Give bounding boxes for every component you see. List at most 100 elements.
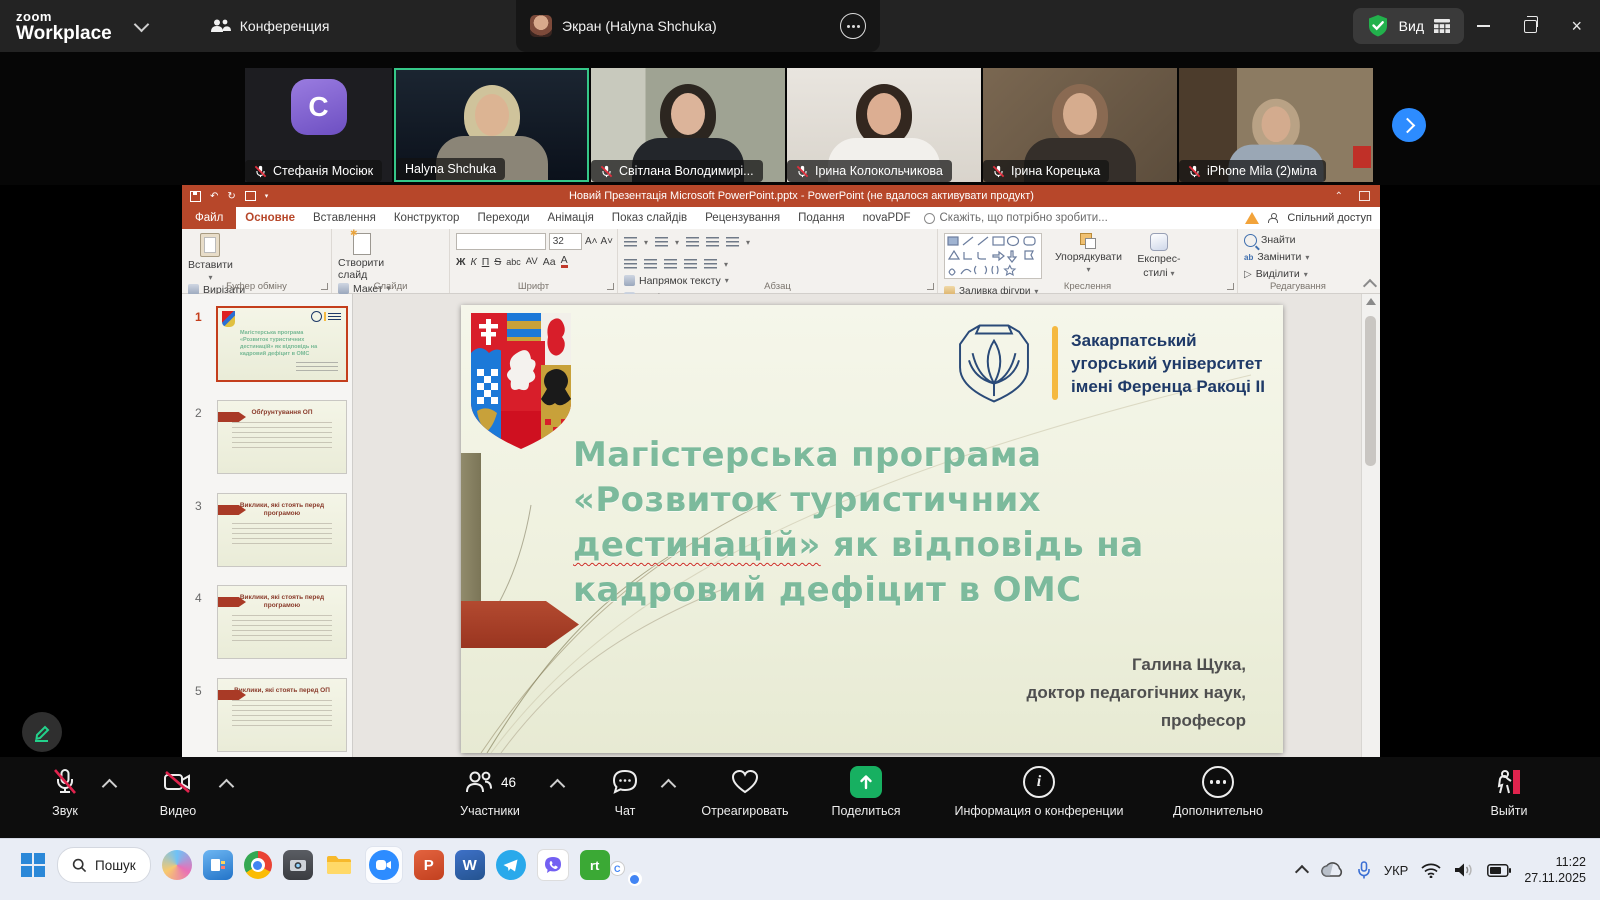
grow-font-button[interactable]: A˄ <box>585 236 598 247</box>
tell-me-box[interactable]: Скажіть, що потрібно зробити... <box>924 207 1108 229</box>
share-screen-button[interactable]: Поделиться <box>818 765 914 818</box>
participant-tile[interactable]: Halyna Shchuka <box>394 68 589 182</box>
leave-button[interactable]: Выйти <box>1468 765 1550 818</box>
bold-button[interactable]: Ж <box>456 256 466 268</box>
align-left-icon[interactable] <box>624 259 637 269</box>
shrink-font-button[interactable]: A˅ <box>600 236 613 247</box>
slide-thumbnail-5[interactable]: Виклики, які стоять перед ОП <box>218 679 346 751</box>
arrange-button[interactable]: Упорядкувати▾ <box>1052 233 1124 274</box>
slide-thumbnail-1[interactable]: Магістерська програма «Розвиток туристич… <box>218 308 346 380</box>
drawing-dialog-launcher[interactable] <box>1227 283 1234 290</box>
collapse-ribbon-icon[interactable] <box>1363 279 1377 293</box>
paragraph-dialog-launcher[interactable] <box>927 283 934 290</box>
rt-app-icon[interactable]: rt <box>580 850 610 880</box>
italic-button[interactable]: К <box>471 256 477 268</box>
tab-file[interactable]: Файл <box>182 207 236 229</box>
participant-tile[interactable]: Світлана Володимирі... <box>591 68 785 182</box>
participants-button[interactable]: 46 Участники <box>444 765 536 818</box>
change-case-button[interactable]: Aa <box>543 256 556 268</box>
new-slide-button[interactable]: Створити слайд <box>338 233 386 281</box>
warning-icon[interactable] <box>1245 212 1259 224</box>
copilot-icon[interactable] <box>162 850 192 880</box>
word-icon[interactable]: W <box>455 850 485 880</box>
save-icon[interactable] <box>190 191 201 202</box>
scrollbar-thumb[interactable] <box>1365 316 1376 466</box>
font-dialog-launcher[interactable] <box>607 283 614 290</box>
start-button[interactable] <box>20 852 46 878</box>
onedrive-icon[interactable] <box>1320 862 1344 878</box>
restore-button[interactable] <box>1524 20 1537 33</box>
font-color-button[interactable]: A <box>561 255 568 268</box>
minimize-button[interactable] <box>1477 25 1490 27</box>
tab-design[interactable]: Конструктор <box>385 207 469 229</box>
clock[interactable]: 11:22 27.11.2025 <box>1524 854 1586 886</box>
ppt-vertical-scrollbar[interactable] <box>1361 294 1380 757</box>
zoom-app-active[interactable] <box>365 846 403 884</box>
tab-insert[interactable]: Вставлення <box>304 207 385 229</box>
chat-options-chevron[interactable] <box>661 779 677 795</box>
file-explorer-icon[interactable] <box>324 850 354 880</box>
tab-conference[interactable]: Конференция <box>209 18 330 34</box>
chat-button[interactable]: Чат <box>596 765 654 818</box>
justify-icon[interactable] <box>684 259 697 269</box>
align-center-icon[interactable] <box>644 259 657 269</box>
increase-indent-icon[interactable] <box>706 237 719 247</box>
strikethrough-button[interactable]: S <box>494 256 501 268</box>
wifi-icon[interactable] <box>1421 863 1441 878</box>
annotate-button[interactable] <box>22 712 62 752</box>
quick-styles-button[interactable]: Експрес-стилі ▾ <box>1133 233 1185 279</box>
slide-thumbnail-2[interactable]: Обґрунтування ОП <box>218 401 346 473</box>
audio-button[interactable]: Звук <box>36 765 94 818</box>
view-control[interactable]: Вид <box>1353 8 1464 44</box>
participants-options-chevron[interactable] <box>550 779 566 795</box>
meeting-info-button[interactable]: i Информация о конференции <box>930 765 1148 818</box>
slideshow-icon[interactable] <box>245 191 256 201</box>
numbering-icon[interactable] <box>655 237 668 247</box>
powerpoint-icon[interactable]: P <box>414 850 444 880</box>
tab-transitions[interactable]: Переходи <box>468 207 538 229</box>
react-button[interactable]: Отреагировать <box>697 765 793 818</box>
font-size-combo[interactable]: 32 <box>549 233 582 250</box>
char-spacing-button[interactable]: AV <box>526 256 538 267</box>
replace-button[interactable]: abЗамінити▾ <box>1244 250 1309 264</box>
underline-button[interactable]: П <box>482 256 490 268</box>
undo-icon[interactable]: ↶ <box>210 191 218 202</box>
tab-screen-share[interactable]: Экран (Halyna Shchuka) <box>516 0 880 52</box>
slide-thumbnail-3[interactable]: Виклики, які стоять перед програмою <box>218 494 346 566</box>
bullets-icon[interactable] <box>624 237 637 247</box>
redo-icon[interactable]: ↻ <box>227 191 235 202</box>
participant-tile[interactable]: C Стефанія Мосіюк <box>245 68 392 182</box>
tab-novapdf[interactable]: novaPDF <box>854 207 920 229</box>
camera-app-icon[interactable] <box>283 850 313 880</box>
audio-options-chevron[interactable] <box>102 779 118 795</box>
widgets-icon[interactable] <box>203 850 233 880</box>
slide-thumbnail-4[interactable]: Виклики, які стоять перед програмою <box>218 586 346 658</box>
ribbon-options-icon[interactable]: ⌃ <box>1335 191 1343 202</box>
ppt-restore-icon[interactable] <box>1359 191 1370 201</box>
more-button[interactable]: Дополнительно <box>1148 765 1288 818</box>
tab-more-icon[interactable] <box>840 13 866 39</box>
decrease-indent-icon[interactable] <box>686 237 699 247</box>
clipboard-dialog-launcher[interactable] <box>321 283 328 290</box>
find-button[interactable]: Знайти <box>1244 233 1309 247</box>
columns-icon[interactable] <box>704 259 717 269</box>
language-indicator[interactable]: УКР <box>1384 863 1409 878</box>
battery-icon[interactable] <box>1487 864 1511 877</box>
chrome-icon[interactable] <box>244 851 272 879</box>
select-button[interactable]: ▷Виділити▾ <box>1244 267 1309 281</box>
tab-home[interactable]: Основне <box>236 207 304 229</box>
tab-view[interactable]: Подання <box>789 207 853 229</box>
telegram-icon[interactable] <box>496 850 526 880</box>
scroll-up-arrow[interactable] <box>1366 298 1376 305</box>
line-spacing-icon[interactable] <box>726 237 739 247</box>
close-button[interactable]: × <box>1571 17 1582 35</box>
participant-tile[interactable]: Ірина Колокольчикова <box>787 68 981 182</box>
tray-mic-icon[interactable] <box>1357 861 1371 880</box>
viber-icon[interactable] <box>537 849 569 881</box>
video-button[interactable]: Видео <box>148 765 208 818</box>
video-options-chevron[interactable] <box>219 779 235 795</box>
font-name-combo[interactable] <box>456 233 546 250</box>
chevron-down-icon[interactable] <box>133 16 149 32</box>
paste-button[interactable]: Вставити▾ <box>188 233 233 282</box>
current-slide[interactable]: Закарпатський угорський університет імен… <box>461 305 1283 753</box>
